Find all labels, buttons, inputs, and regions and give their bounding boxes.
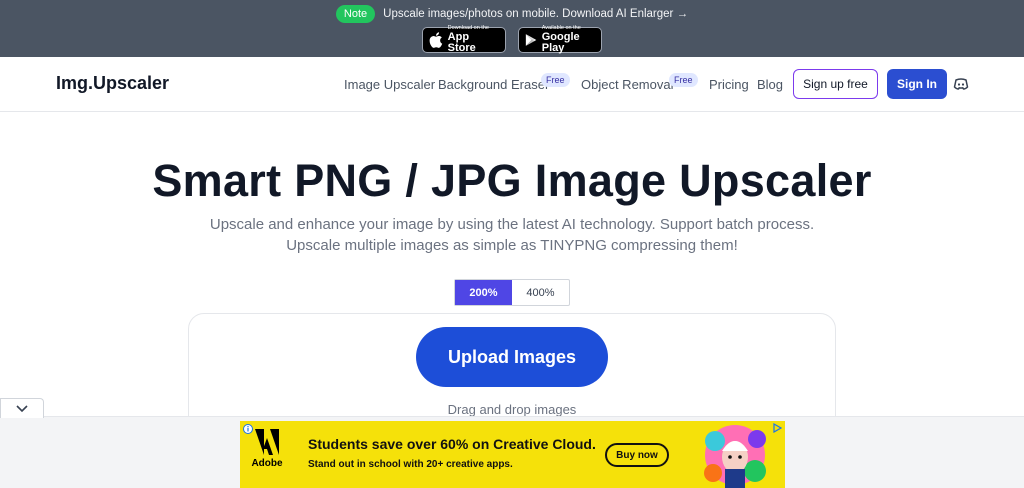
nav-image-upscaler[interactable]: Image Upscaler xyxy=(344,77,435,92)
page-title: Smart PNG / JPG Image Upscaler xyxy=(152,155,872,206)
sign-in-button[interactable]: Sign In xyxy=(887,69,947,99)
play-icon xyxy=(525,34,537,46)
adobe-logo-icon xyxy=(255,429,279,455)
ad-headline: Students save over 60% on Creative Cloud… xyxy=(308,436,596,452)
note-row[interactable]: Note Upscale images/photos on mobile. Do… xyxy=(0,4,1024,24)
site-logo[interactable]: Img.Upscaler xyxy=(56,73,169,94)
ad-buy-now-button[interactable]: Buy now xyxy=(605,443,669,467)
collapse-ad-button[interactable] xyxy=(0,398,44,418)
app-store-text: Download on the App Store xyxy=(448,26,499,54)
nav-object-removal[interactable]: Object Removal xyxy=(581,77,673,92)
advertisement[interactable]: Adobe Students save over 60% on Creative… xyxy=(240,421,785,488)
drag-drop-hint: Drag and drop images xyxy=(447,402,577,417)
app-store-button[interactable]: Download on the App Store xyxy=(422,26,506,54)
upload-images-button[interactable]: Upload Images xyxy=(416,327,608,387)
main-nav: Img.Upscaler Image Upscaler Background E… xyxy=(0,57,1024,112)
google-play-button[interactable]: Available on the Google Play xyxy=(518,26,602,54)
sign-up-button[interactable]: Sign up free xyxy=(793,69,878,99)
scale-option-200[interactable]: 200% xyxy=(455,280,512,305)
top-banner: Note Upscale images/photos on mobile. Do… xyxy=(0,0,1024,57)
note-link-text[interactable]: Upscale images/photos on mobile. Downloa… xyxy=(383,8,688,20)
scale-toggle: 200% 400% xyxy=(454,279,570,306)
apple-icon xyxy=(429,32,443,48)
adobe-brand-text: Adobe xyxy=(251,458,283,469)
free-badge-background-eraser: Free xyxy=(541,73,570,87)
google-play-big: Google Play xyxy=(541,30,580,54)
ad-illustration xyxy=(704,425,766,488)
app-store-big: App Store xyxy=(447,30,476,54)
scale-option-400[interactable]: 400% xyxy=(512,280,569,305)
nav-pricing[interactable]: Pricing xyxy=(709,77,749,92)
store-buttons: Download on the App Store Available on t… xyxy=(0,26,1024,54)
free-badge-object-removal: Free xyxy=(669,73,698,87)
adobe-logo: Adobe xyxy=(247,429,287,479)
page-subtitle: Upscale and enhance your image by using … xyxy=(209,216,815,254)
nav-blog[interactable]: Blog xyxy=(757,77,783,92)
note-badge: Note xyxy=(335,5,376,23)
ad-subline: Stand out in school with 20+ creative ap… xyxy=(308,459,513,470)
nav-background-eraser[interactable]: Background Eraser xyxy=(438,77,549,92)
chevron-down-icon xyxy=(16,404,28,412)
google-play-text: Available on the Google Play xyxy=(542,26,595,54)
discord-icon[interactable] xyxy=(953,76,969,92)
